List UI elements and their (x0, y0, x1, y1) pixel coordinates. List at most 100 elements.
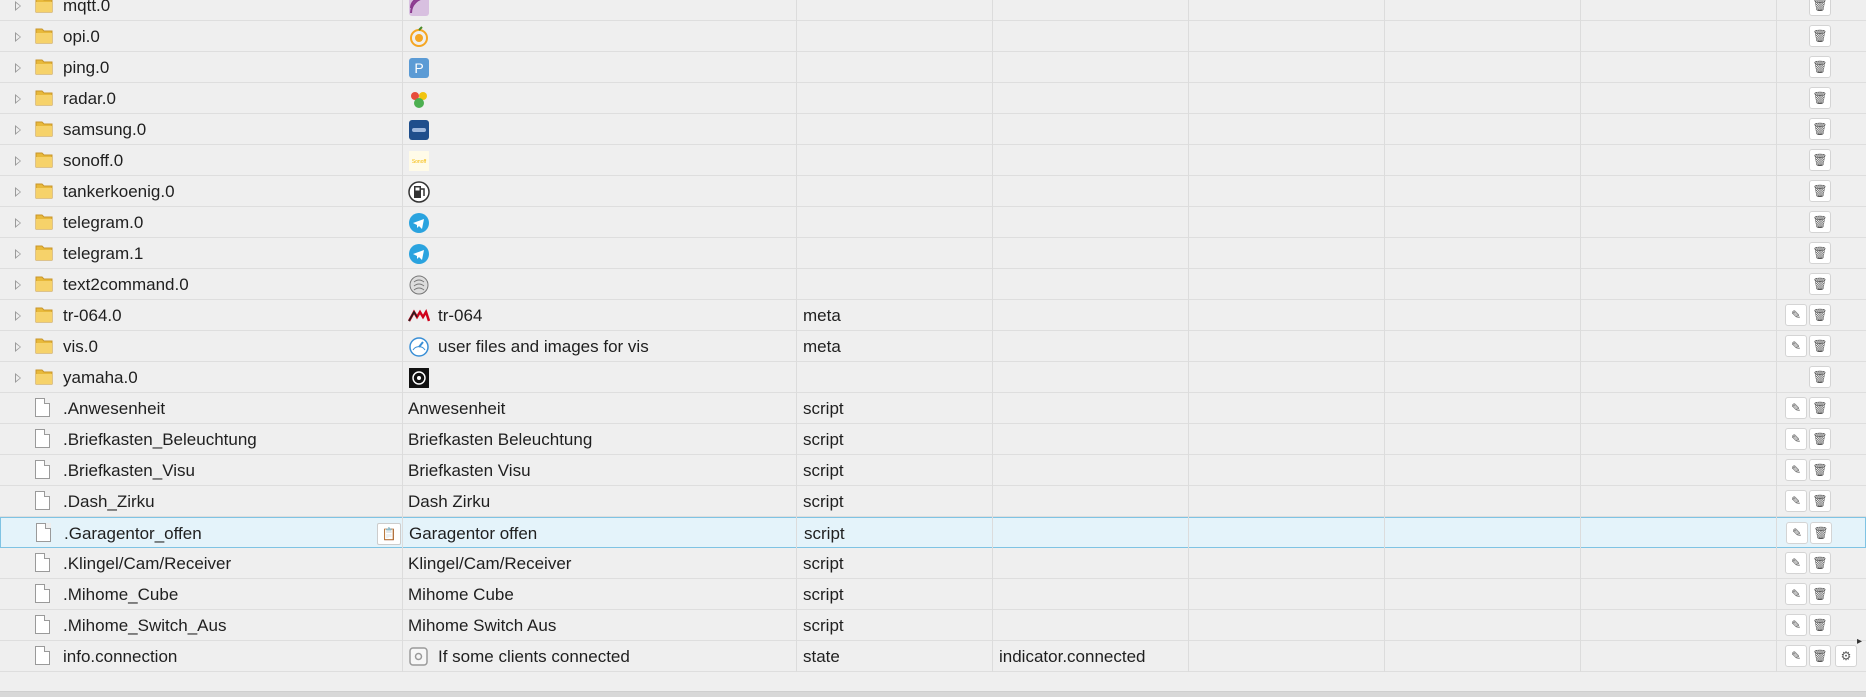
edit-button[interactable]: ✎ (1785, 397, 1807, 419)
table-row[interactable]: text2command.0 🗑 (0, 269, 1866, 300)
id-cell[interactable]: ping.0 (0, 52, 400, 82)
expand-triangle-icon[interactable] (15, 311, 21, 321)
table-row[interactable]: .Mihome_Switch_Aus Mihome Switch Aus scrip… (0, 610, 1866, 641)
delete-button[interactable]: 🗑 (1809, 614, 1831, 636)
id-cell[interactable]: .Mihome_Cube (0, 579, 400, 609)
object-type: script (804, 524, 845, 543)
edit-button[interactable]: ✎ (1785, 645, 1807, 667)
table-row[interactable]: .Dash_Zirku Dash Zirku script ✎ 🗑 (0, 486, 1866, 517)
table-row[interactable]: info.connection If some clients connected… (0, 641, 1866, 672)
name-cell (402, 83, 795, 113)
id-cell[interactable]: info.connection (0, 641, 400, 671)
delete-button[interactable]: 🗑 (1809, 645, 1831, 667)
delete-button[interactable]: 🗑 (1809, 242, 1831, 264)
delete-button[interactable]: 🗑 (1809, 583, 1831, 605)
id-cell[interactable]: samsung.0 (0, 114, 400, 144)
expand-triangle-icon[interactable] (15, 94, 21, 104)
delete-button[interactable]: 🗑 (1809, 459, 1831, 481)
id-cell[interactable]: mqtt.0 (0, 0, 400, 20)
table-row[interactable]: .Mihome_Cube Mihome Cube script ✎ 🗑 (0, 579, 1866, 610)
table-row[interactable]: tr-064.0 tr-064 meta ✎ 🗑 (0, 300, 1866, 331)
table-row[interactable]: .Garagentor_offen 📋 Garagentor offen script… (0, 517, 1866, 548)
folder-icon (35, 152, 53, 168)
delete-button[interactable]: 🗑 (1809, 273, 1831, 295)
expand-triangle-icon[interactable] (15, 125, 21, 135)
id-cell[interactable]: .Klingel/Cam/Receiver (0, 548, 400, 578)
table-row[interactable]: vis.0 user files and images for vis meta ✎ 🗑 (0, 331, 1866, 362)
id-cell[interactable]: radar.0 (0, 83, 400, 113)
table-row[interactable]: tankerkoenig.0 🗑 (0, 176, 1866, 207)
table-row[interactable]: sonoff.0 Sonoff 🗑 (0, 145, 1866, 176)
delete-button[interactable]: 🗑 (1809, 211, 1831, 233)
expand-triangle-icon[interactable] (15, 373, 21, 383)
id-cell[interactable]: tr-064.0 (0, 300, 400, 330)
edit-button[interactable]: ✎ (1785, 428, 1807, 450)
id-cell[interactable]: opi.0 (0, 21, 400, 51)
expand-triangle-icon[interactable] (15, 218, 21, 228)
delete-button[interactable]: 🗑 (1809, 397, 1831, 419)
delete-button[interactable]: 🗑 (1809, 304, 1831, 326)
id-cell[interactable]: sonoff.0 (0, 145, 400, 175)
orange-pi-icon (410, 26, 428, 47)
id-cell[interactable]: .Briefkasten_Visu (0, 455, 400, 485)
table-row[interactable]: .Klingel/Cam/Receiver Klingel/Cam/Receive… (0, 548, 1866, 579)
id-cell[interactable]: tankerkoenig.0 (0, 176, 400, 206)
expand-triangle-icon[interactable] (15, 280, 21, 290)
edit-button[interactable]: ✎ (1786, 522, 1808, 544)
id-cell[interactable]: .Garagentor_offen 📋 (1, 518, 401, 548)
expand-triangle-icon[interactable] (15, 249, 21, 259)
table-row[interactable]: telegram.1 🗑 (0, 238, 1866, 269)
delete-button[interactable]: 🗑 (1809, 25, 1831, 47)
delete-button[interactable]: 🗑 (1809, 428, 1831, 450)
file-icon (35, 398, 50, 417)
delete-button[interactable]: 🗑 (1809, 490, 1831, 512)
id-cell[interactable]: telegram.1 (0, 238, 400, 268)
type-cell (797, 114, 992, 144)
table-row[interactable]: radar.0 🗑 (0, 83, 1866, 114)
delete-button[interactable]: 🗑 (1809, 0, 1831, 16)
id-cell[interactable]: .Mihome_Switch_Aus (0, 610, 400, 640)
id-cell[interactable]: text2command.0 (0, 269, 400, 299)
id-cell[interactable]: .Briefkasten_Beleuchtung (0, 424, 400, 454)
id-cell[interactable]: yamaha.0 (0, 362, 400, 392)
expand-triangle-icon[interactable] (15, 342, 21, 352)
edit-button[interactable]: ✎ (1785, 614, 1807, 636)
horizontal-scrollbar[interactable] (0, 691, 1866, 697)
delete-button[interactable]: 🗑 (1810, 522, 1832, 544)
table-row[interactable]: telegram.0 🗑 (0, 207, 1866, 238)
table-row[interactable]: .Anwesenheit Anwesenheit script ✎ 🗑 (0, 393, 1866, 424)
delete-button[interactable]: 🗑 (1809, 552, 1831, 574)
edit-button[interactable]: ✎ (1785, 490, 1807, 512)
delete-button[interactable]: 🗑 (1809, 118, 1831, 140)
id-cell[interactable]: .Dash_Zirku (0, 486, 400, 516)
edit-button[interactable]: ✎ (1785, 335, 1807, 357)
expand-triangle-icon[interactable] (15, 63, 21, 73)
table-row[interactable]: ping.0 P 🗑 (0, 52, 1866, 83)
table-row[interactable]: opi.0 🗑 (0, 21, 1866, 52)
edit-button[interactable]: ✎ (1785, 552, 1807, 574)
gear-icon[interactable]: ⚙ (1835, 645, 1857, 667)
table-row[interactable]: .Briefkasten_Visu Briefkasten Visu script ✎… (0, 455, 1866, 486)
table-row[interactable]: samsung.0 🗑 (0, 114, 1866, 145)
table-row[interactable]: mqtt.0 🗑 (0, 0, 1866, 21)
copy-clipboard-button[interactable]: 📋 (377, 523, 401, 545)
expand-triangle-icon[interactable] (15, 1, 21, 11)
delete-button[interactable]: 🗑 (1809, 87, 1831, 109)
expand-triangle-icon[interactable] (15, 32, 21, 42)
edit-button[interactable]: ✎ (1785, 459, 1807, 481)
expand-triangle-icon[interactable] (15, 187, 21, 197)
expand-triangle-icon[interactable] (15, 156, 21, 166)
delete-button[interactable]: 🗑 (1809, 149, 1831, 171)
id-cell[interactable]: telegram.0 (0, 207, 400, 237)
id-cell[interactable]: .Anwesenheit (0, 393, 400, 423)
edit-button[interactable]: ✎ (1785, 583, 1807, 605)
table-row[interactable]: .Briefkasten_Beleuchtung Briefkasten Bele… (0, 424, 1866, 455)
id-cell[interactable]: vis.0 (0, 331, 400, 361)
delete-button[interactable]: 🗑 (1809, 56, 1831, 78)
table-row[interactable]: yamaha.0 🗑 (0, 362, 1866, 393)
delete-button[interactable]: 🗑 (1809, 180, 1831, 202)
file-icon (35, 584, 50, 603)
delete-button[interactable]: 🗑 (1809, 366, 1831, 388)
delete-button[interactable]: 🗑 (1809, 335, 1831, 357)
edit-button[interactable]: ✎ (1785, 304, 1807, 326)
